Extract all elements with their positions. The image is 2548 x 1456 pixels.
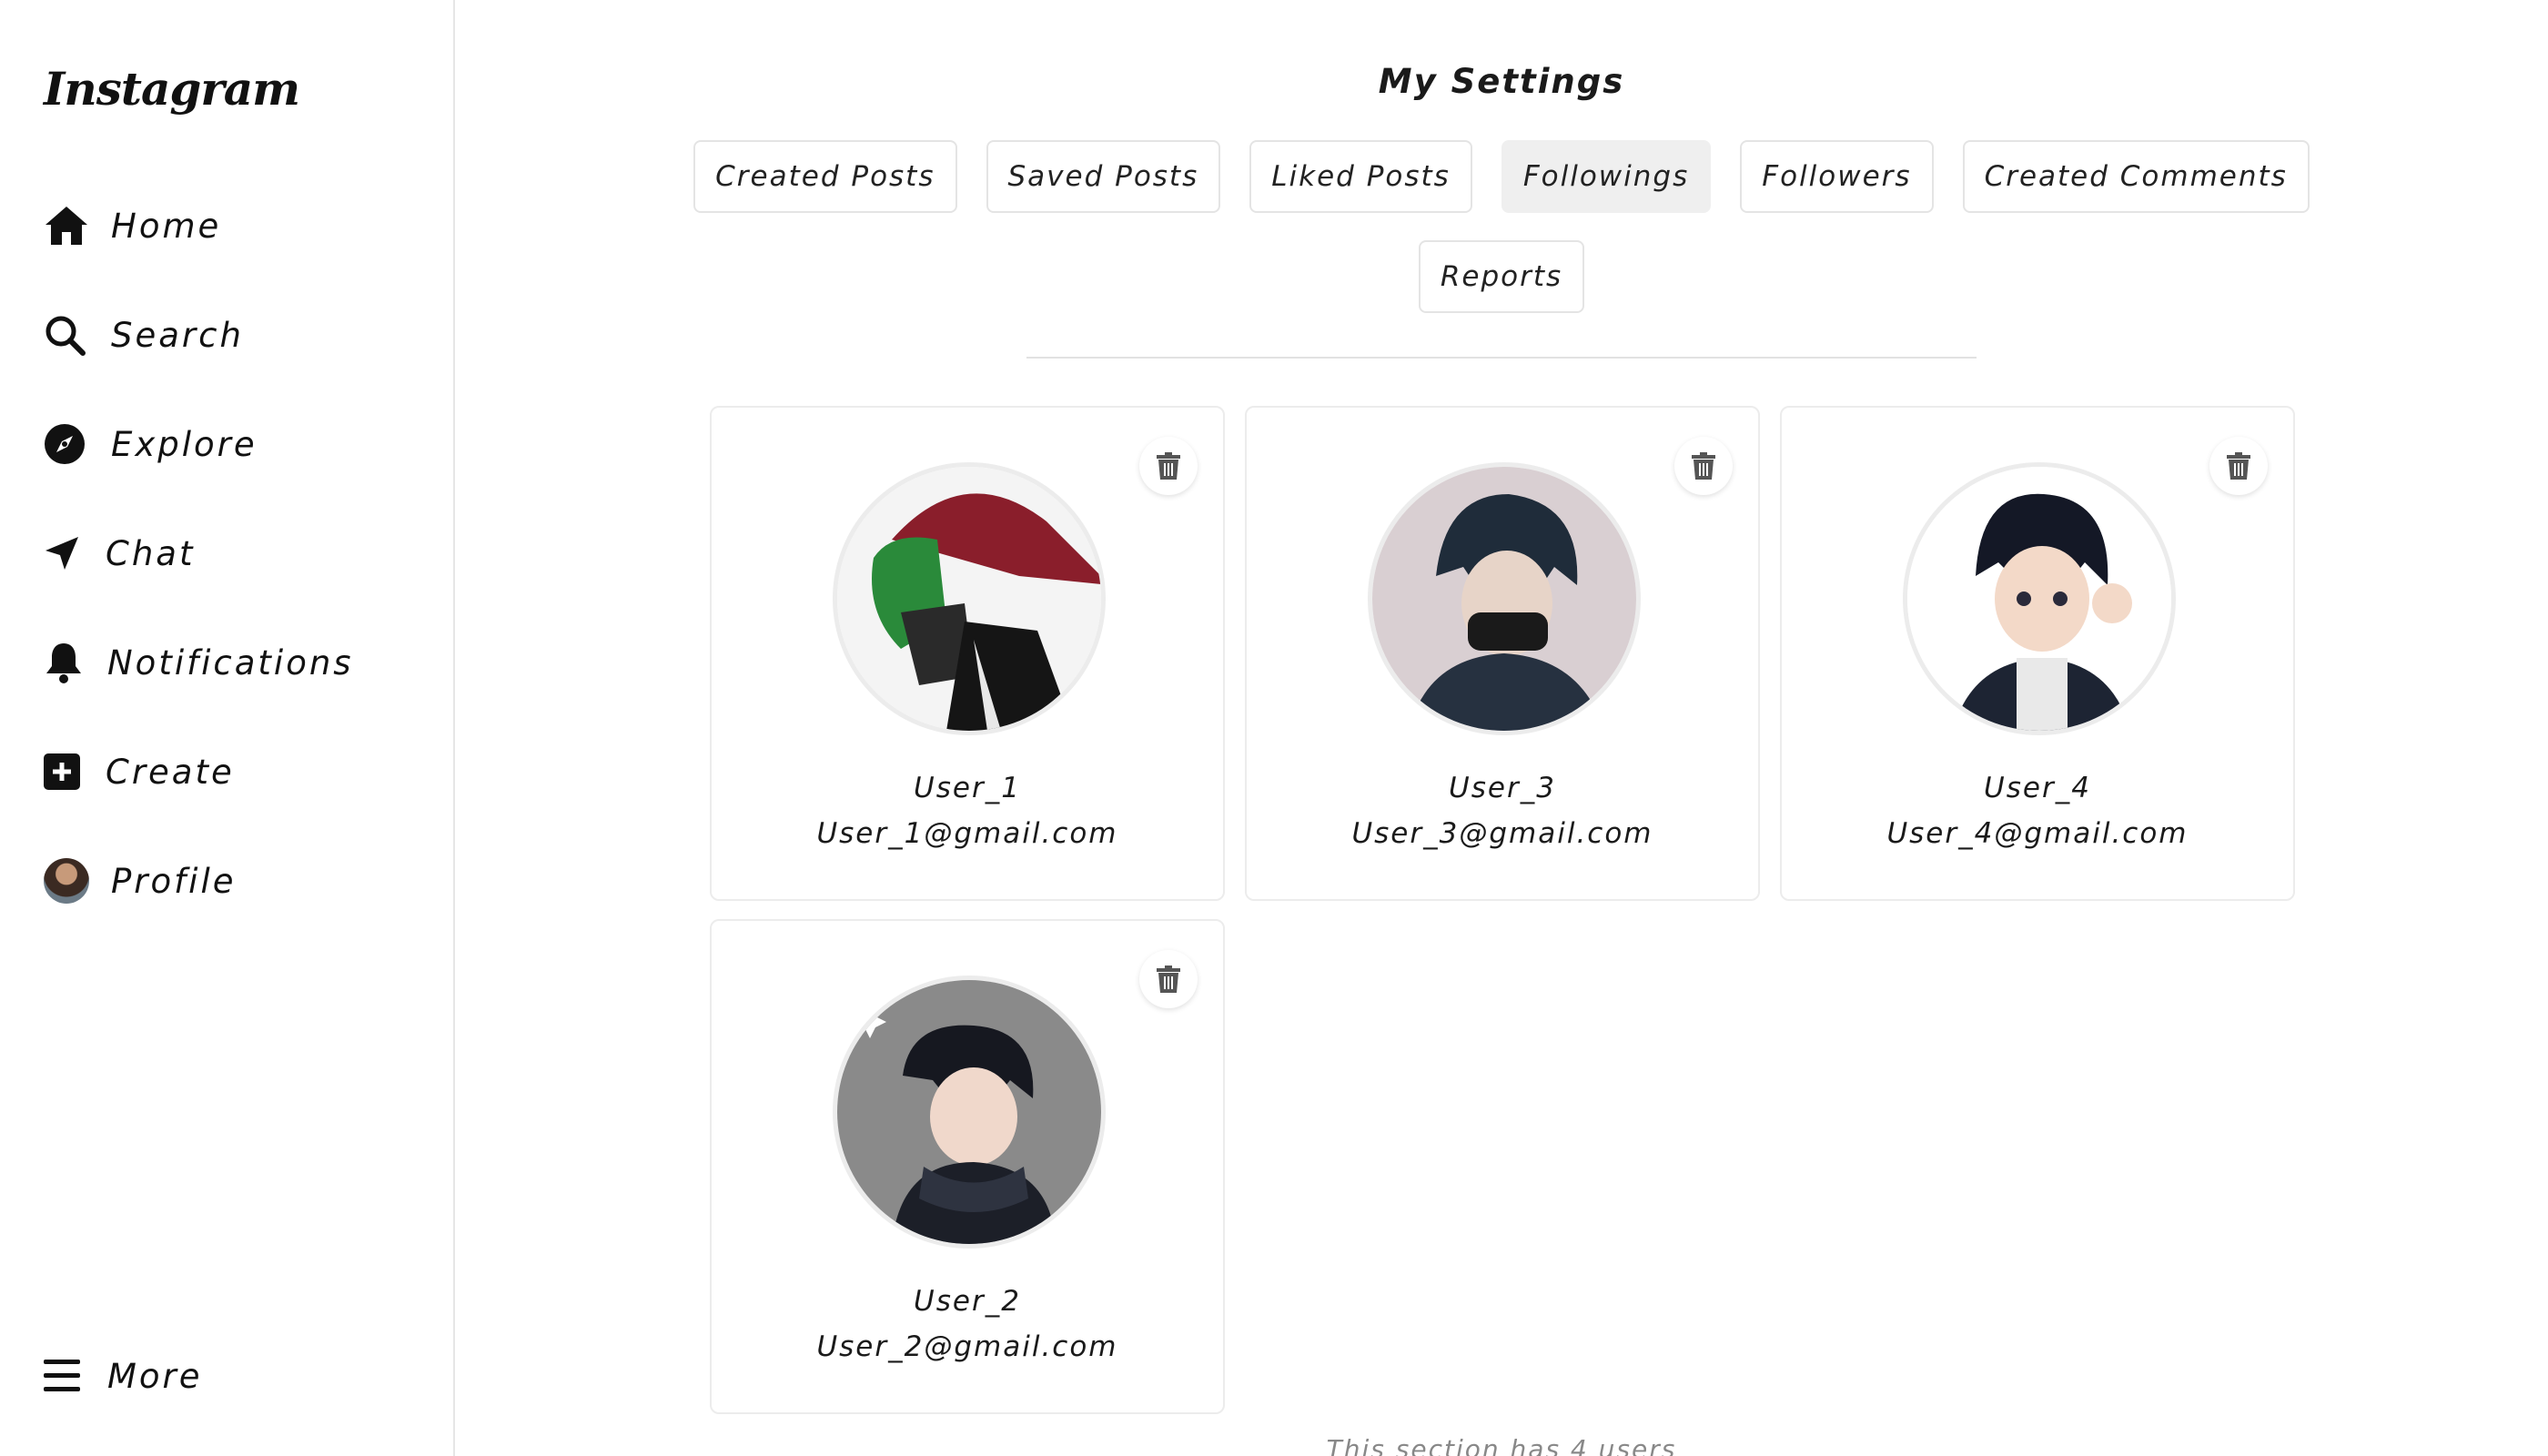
- avatar: [44, 858, 89, 904]
- delete-button[interactable]: [2209, 437, 2268, 495]
- tab-created-comments[interactable]: Created Comments: [1962, 140, 2310, 213]
- main-content: My Settings Created Posts Saved Posts Li…: [455, 0, 2548, 1456]
- tab-liked-posts[interactable]: Liked Posts: [1249, 140, 1472, 213]
- tab-created-posts[interactable]: Created Posts: [693, 140, 957, 213]
- trash-icon: [2227, 452, 2250, 480]
- username: User_2: [914, 1285, 1021, 1318]
- user-avatar: [833, 462, 1106, 735]
- user-card: User_4 User_4@gmail.com: [1780, 406, 2295, 901]
- compass-icon: [44, 420, 91, 468]
- user-card: User_1 User_1@gmail.com: [710, 406, 1225, 901]
- tab-saved-posts[interactable]: Saved Posts: [986, 140, 1221, 213]
- user-avatar: [1368, 462, 1641, 735]
- sidebar-item-label: Search: [111, 315, 244, 355]
- bell-icon: [44, 639, 91, 686]
- trash-icon: [1157, 966, 1180, 993]
- settings-tabs-row-1: Created Posts Saved Posts Liked Posts Fo…: [455, 140, 2548, 213]
- tab-followers[interactable]: Followers: [1740, 140, 1934, 213]
- home-icon: [44, 202, 91, 249]
- sidebar-item-label: Home: [111, 206, 222, 246]
- delete-button[interactable]: [1139, 950, 1198, 1008]
- tab-followings[interactable]: Followings: [1501, 140, 1712, 213]
- sidebar-item-label: Explore: [111, 424, 258, 464]
- user-email: User_1@gmail.com: [816, 817, 1118, 850]
- divider: [1026, 357, 1977, 359]
- plus-square-icon: [44, 748, 91, 795]
- settings-tabs-row-2: Reports: [455, 240, 2548, 313]
- user-email: User_3@gmail.com: [1351, 817, 1653, 850]
- trash-icon: [1157, 452, 1180, 480]
- sidebar-item-profile[interactable]: Profile: [44, 852, 237, 910]
- sidebar-item-explore[interactable]: Explore: [44, 415, 258, 473]
- user-email: User_2@gmail.com: [816, 1330, 1118, 1363]
- tab-reports[interactable]: Reports: [1418, 240, 1585, 313]
- sidebar-item-home[interactable]: Home: [44, 197, 221, 255]
- section-count-note: This section has 4 users: [1326, 1434, 1677, 1456]
- profile-avatar-wrap: [44, 857, 91, 905]
- instagram-logo[interactable]: Instagram: [44, 62, 300, 116]
- sidebar-item-notifications[interactable]: Notifications: [44, 633, 354, 692]
- delete-button[interactable]: [1139, 437, 1198, 495]
- user-email: User_4@gmail.com: [1886, 817, 2189, 850]
- sidebar-item-more[interactable]: More: [44, 1347, 203, 1405]
- search-icon: [44, 311, 91, 359]
- delete-button[interactable]: [1674, 437, 1733, 495]
- sidebar-item-chat[interactable]: Chat: [44, 524, 195, 582]
- username: User_1: [914, 772, 1021, 804]
- page-title: My Settings: [1378, 62, 1625, 101]
- sidebar-item-label: Notifications: [107, 642, 354, 682]
- sidebar: Instagram Home Search Explore Chat Notif…: [0, 0, 455, 1456]
- sidebar-item-label: Chat: [106, 533, 196, 573]
- user-avatar: [1903, 462, 2176, 735]
- user-avatar: [833, 976, 1106, 1249]
- hamburger-menu-icon: [44, 1352, 91, 1400]
- username: User_3: [1449, 772, 1556, 804]
- username: User_4: [1984, 772, 2091, 804]
- sidebar-item-label: Profile: [111, 861, 237, 901]
- sidebar-item-label: More: [107, 1356, 203, 1396]
- sidebar-item-search[interactable]: Search: [44, 306, 244, 364]
- sidebar-item-label: Create: [106, 752, 235, 792]
- trash-icon: [1692, 452, 1715, 480]
- send-icon: [44, 530, 91, 577]
- user-card: User_2 User_2@gmail.com: [710, 919, 1225, 1414]
- sidebar-item-create[interactable]: Create: [44, 743, 235, 801]
- user-card: User_3 User_3@gmail.com: [1245, 406, 1760, 901]
